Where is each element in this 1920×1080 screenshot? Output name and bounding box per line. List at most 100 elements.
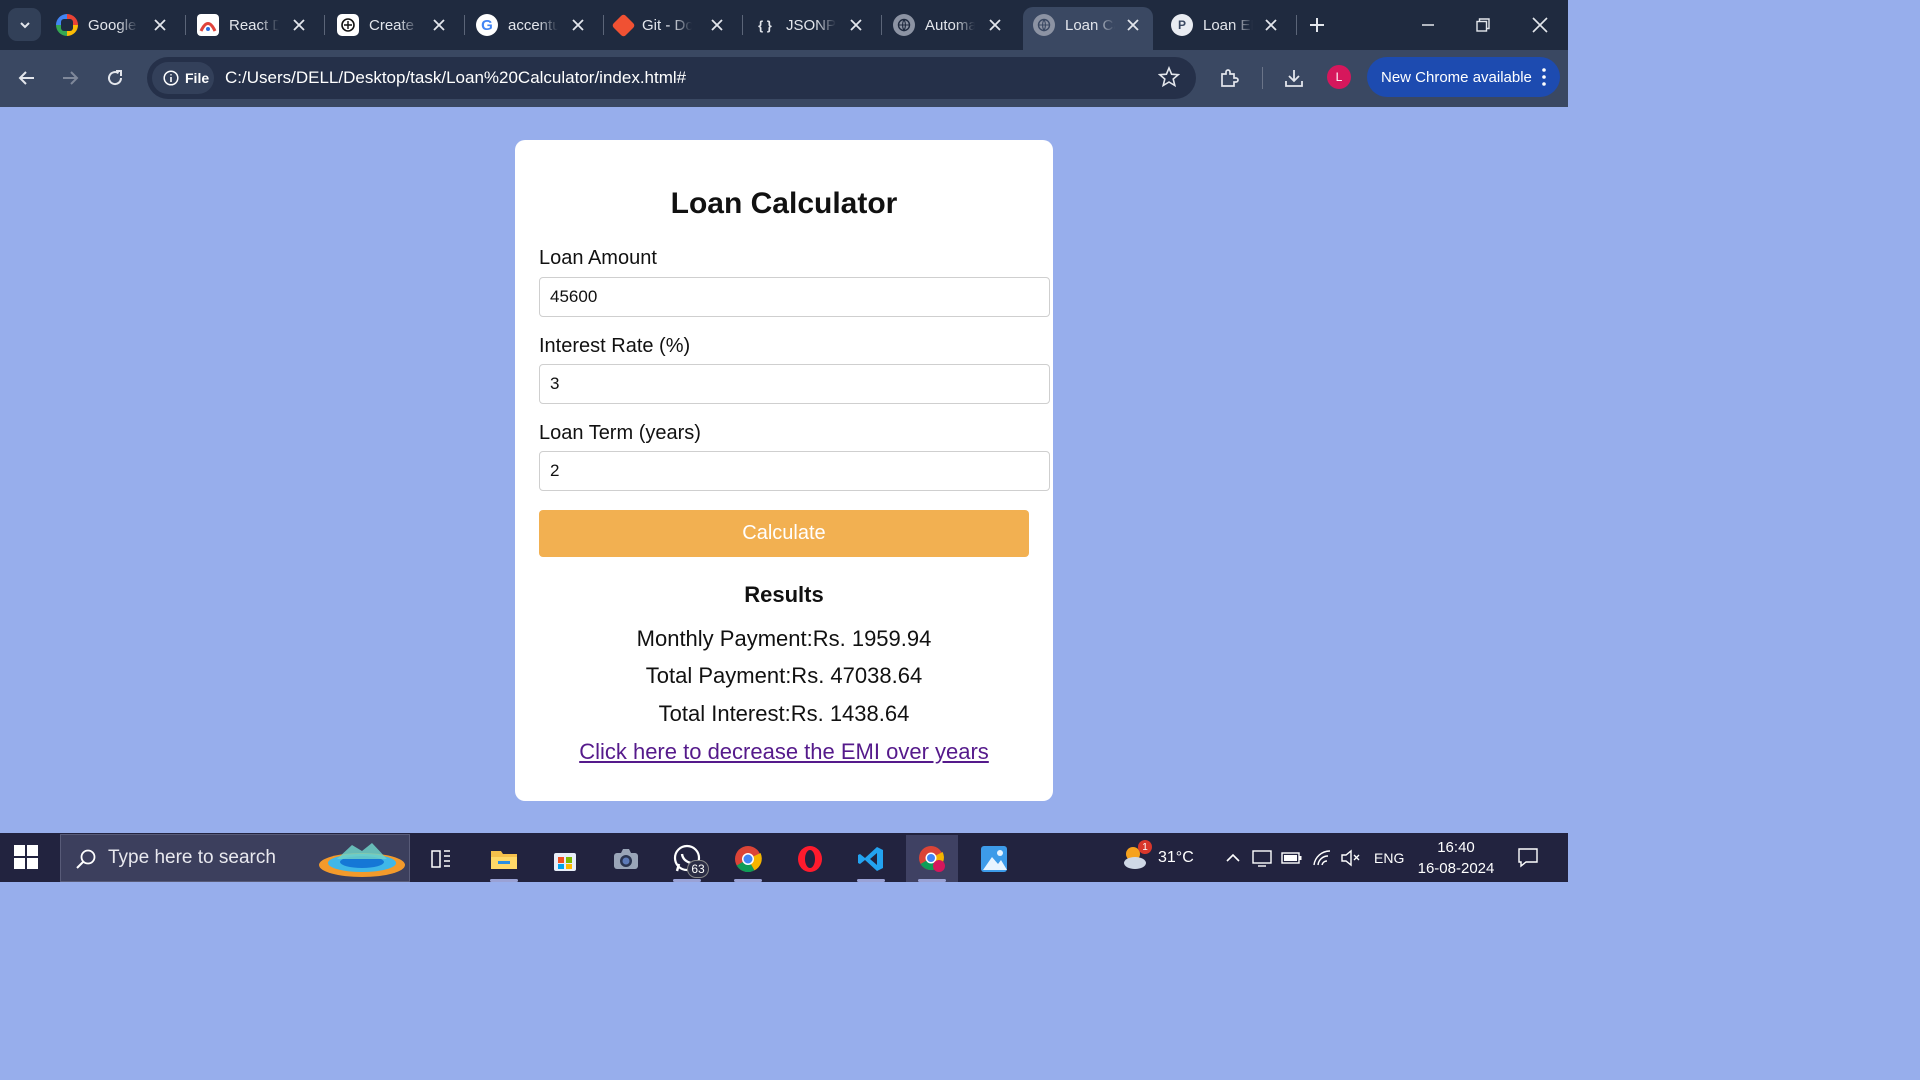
profile-avatar[interactable]: L xyxy=(1327,65,1351,89)
tab-separator xyxy=(1296,15,1297,35)
google-g-icon: G xyxy=(476,14,498,36)
taskbar-search-box[interactable]: Type here to search xyxy=(60,834,410,882)
task-view-button[interactable] xyxy=(415,835,467,882)
show-hidden-icons-button[interactable] xyxy=(1222,847,1244,869)
file-explorer-button[interactable] xyxy=(478,835,530,882)
git-icon xyxy=(611,12,636,38)
opera-button[interactable] xyxy=(784,835,836,882)
plus-icon xyxy=(1310,18,1324,32)
tab-title: React D xyxy=(229,16,279,34)
temperature-text[interactable]: 31°C xyxy=(1158,849,1194,867)
tab-title: Automa xyxy=(925,16,975,34)
close-icon[interactable] xyxy=(1261,15,1281,35)
close-icon[interactable] xyxy=(568,15,588,35)
tab-separator xyxy=(324,15,325,35)
whatsapp-button[interactable]: 63 xyxy=(661,835,713,882)
decrease-emi-link[interactable]: Click here to decrease the EMI over year… xyxy=(515,739,1053,765)
puzzle-icon xyxy=(1221,69,1239,87)
close-icon[interactable] xyxy=(289,15,309,35)
update-label: New Chrome available xyxy=(1381,68,1532,86)
close-icon[interactable] xyxy=(150,15,170,35)
file-explorer-icon xyxy=(491,850,517,869)
total-payment-text: Total Payment:Rs. 47038.64 xyxy=(645,663,923,688)
reload-button[interactable] xyxy=(99,62,131,94)
interest-rate-input[interactable] xyxy=(539,364,1050,404)
camera-button[interactable] xyxy=(600,835,652,882)
tab-react-docs[interactable]: React D xyxy=(197,7,309,43)
extensions-button[interactable] xyxy=(1213,62,1245,94)
tab-loan-emi[interactable]: P Loan EM xyxy=(1171,7,1281,43)
results-heading: Results xyxy=(744,582,824,607)
close-icon[interactable] xyxy=(429,15,449,35)
clock[interactable]: 16:40 16-08-2024 xyxy=(1410,837,1502,879)
tab-title: Loan EM xyxy=(1203,16,1253,34)
tab-title: Create N xyxy=(369,16,419,34)
search-placeholder: Type here to search xyxy=(108,847,276,868)
new-tab-button[interactable] xyxy=(1304,12,1330,38)
minimize-button[interactable] xyxy=(1413,10,1443,40)
battery-icon xyxy=(1281,852,1302,864)
bookmark-star-icon[interactable] xyxy=(1157,65,1181,93)
task-view-icon xyxy=(431,849,450,868)
close-icon[interactable] xyxy=(1123,15,1143,35)
chevron-up-icon xyxy=(1226,853,1240,862)
battery-button[interactable] xyxy=(1281,847,1303,869)
tab-strip: Google React D Create N G accentu Git - … xyxy=(0,0,1568,50)
arrow-left-icon xyxy=(18,71,34,85)
address-bar[interactable]: File C:/Users/DELL/Desktop/task/Loan%20C… xyxy=(147,57,1196,99)
restore-button[interactable] xyxy=(1468,10,1498,40)
start-button[interactable] xyxy=(14,845,38,874)
tab-separator xyxy=(742,15,743,35)
tab-chatgpt[interactable]: Create N xyxy=(337,7,449,43)
tab-search-button[interactable] xyxy=(8,8,41,41)
microsoft-store-button[interactable] xyxy=(539,835,591,882)
chevron-down-icon xyxy=(19,21,30,28)
downloads-button[interactable] xyxy=(1278,62,1310,94)
network-button[interactable] xyxy=(1311,847,1333,869)
tab-automation[interactable]: Automa xyxy=(893,7,1005,43)
search-icon xyxy=(76,849,96,869)
reload-icon xyxy=(108,70,123,86)
back-button[interactable] xyxy=(11,62,43,94)
url-text[interactable]: C:/Users/DELL/Desktop/task/Loan%20Calcul… xyxy=(225,68,686,88)
tab-google[interactable]: Google xyxy=(56,7,170,43)
tab-jsonplaceholder[interactable]: { } JSONPla xyxy=(754,7,866,43)
more-options-icon[interactable] xyxy=(1542,68,1546,90)
forward-button[interactable] xyxy=(54,62,86,94)
tab-loan-calculator[interactable]: Loan Ca xyxy=(1023,7,1153,50)
camera-icon xyxy=(614,848,638,869)
volume-button[interactable] xyxy=(1339,847,1361,869)
language-indicator[interactable]: ENG xyxy=(1374,850,1404,866)
interest-rate-label: Interest Rate (%) xyxy=(539,335,691,357)
close-icon[interactable] xyxy=(707,15,727,35)
globe-icon xyxy=(1033,14,1055,36)
close-icon[interactable] xyxy=(846,15,866,35)
weather-widget[interactable]: 1 xyxy=(1120,840,1152,871)
p-icon: P xyxy=(1171,14,1193,36)
notifications-button[interactable] xyxy=(1516,845,1540,869)
new-chrome-available-button[interactable]: New Chrome available xyxy=(1367,57,1560,97)
chrome-button[interactable] xyxy=(722,835,774,882)
calculate-button[interactable]: Calculate xyxy=(539,510,1029,557)
monitor-icon xyxy=(1252,850,1272,867)
opera-icon xyxy=(798,845,822,872)
minimize-icon xyxy=(1422,24,1434,26)
close-window-button[interactable] xyxy=(1525,10,1555,40)
volume-muted-icon xyxy=(1341,849,1360,867)
loan-amount-input[interactable] xyxy=(539,277,1050,317)
page-title: Loan Calculator xyxy=(670,187,898,220)
loan-amount-label: Loan Amount xyxy=(539,247,657,269)
vscode-button[interactable] xyxy=(845,835,897,882)
meet-now-button[interactable] xyxy=(1251,847,1273,869)
chrome-profile-button[interactable] xyxy=(906,835,958,882)
tab-git-docs[interactable]: Git - Do xyxy=(611,7,727,43)
tab-accenture-search[interactable]: G accentu xyxy=(476,7,588,43)
loan-term-input[interactable] xyxy=(539,451,1050,491)
chrome-profile-icon xyxy=(919,845,945,872)
site-chip-label: File xyxy=(185,70,210,86)
clock-time: 16:40 xyxy=(1437,839,1475,856)
photos-button[interactable] xyxy=(968,835,1020,882)
close-icon[interactable] xyxy=(985,15,1005,35)
search-highlight-art xyxy=(319,843,405,877)
info-icon xyxy=(163,70,179,86)
